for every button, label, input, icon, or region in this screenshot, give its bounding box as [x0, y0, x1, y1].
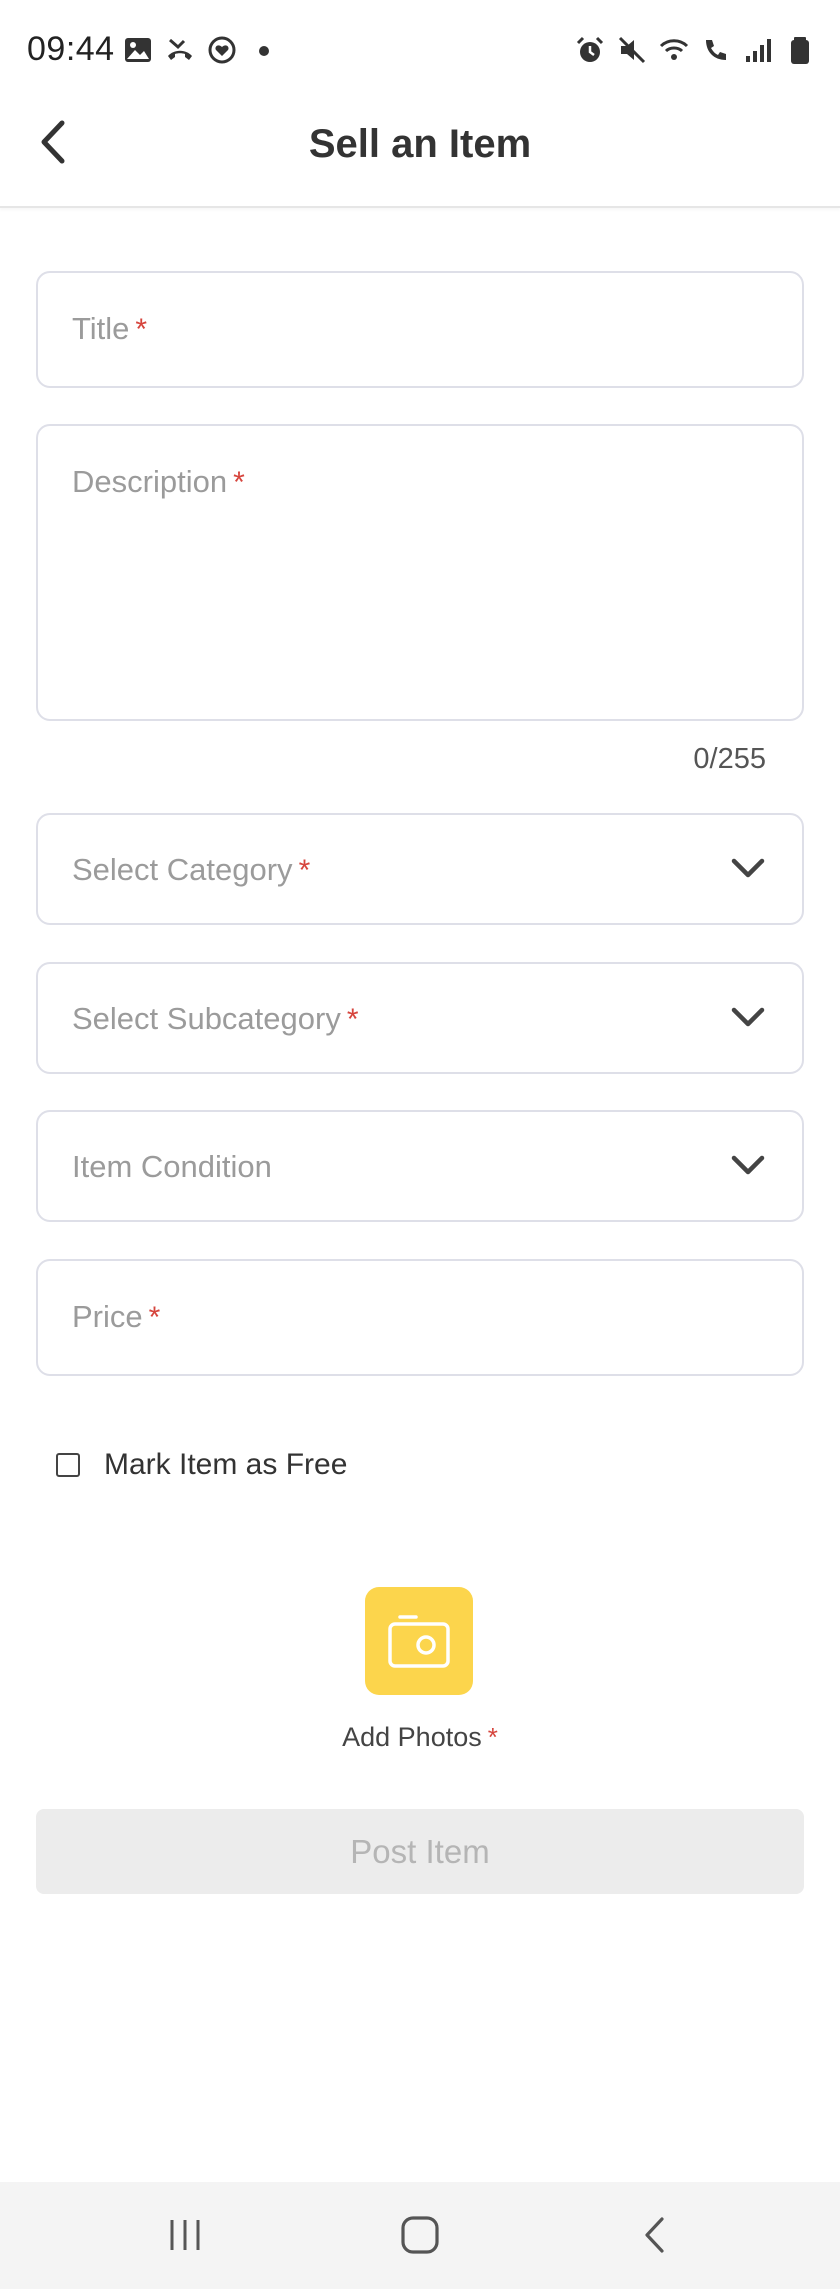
- wifi-icon: [659, 39, 689, 60]
- required-mark: *: [298, 854, 311, 887]
- home-button[interactable]: [385, 2202, 455, 2268]
- title-field[interactable]: Title *: [36, 271, 804, 388]
- add-photos-button[interactable]: [365, 1587, 473, 1695]
- recent-apps-icon: [170, 2220, 200, 2250]
- mark-free-row[interactable]: Mark Item as Free: [56, 1448, 347, 1482]
- status-time: 09:44: [27, 30, 115, 68]
- image-icon: [125, 38, 151, 62]
- camera-icon: [388, 1615, 450, 1668]
- add-photos-label: Add Photos *: [342, 1722, 498, 1752]
- missed-call-icon: [168, 38, 192, 60]
- subcategory-label: Select Subcategory *: [72, 1001, 359, 1036]
- price-label: Price *: [72, 1299, 161, 1334]
- title-label: Title *: [72, 311, 148, 346]
- page-title: Sell an Item: [308, 122, 532, 166]
- nav-back-button[interactable]: [620, 2202, 690, 2268]
- required-mark: *: [233, 466, 245, 499]
- condition-label: Item Condition: [72, 1149, 272, 1184]
- signal-icon: [746, 39, 771, 62]
- required-mark: *: [135, 313, 148, 346]
- category-dropdown[interactable]: Select Category *: [36, 813, 804, 925]
- description-label: Description *: [72, 464, 245, 499]
- condition-dropdown[interactable]: Item Condition: [36, 1110, 804, 1222]
- mute-icon: [618, 36, 646, 64]
- post-item-button[interactable]: Post Item: [36, 1809, 804, 1894]
- mark-free-checkbox[interactable]: [56, 1453, 80, 1477]
- dot-icon: [259, 46, 269, 56]
- recent-apps-button[interactable]: [150, 2202, 220, 2268]
- required-mark: *: [148, 1301, 161, 1334]
- mark-free-label: Mark Item as Free: [104, 1448, 348, 1481]
- back-icon: [645, 2217, 664, 2253]
- category-label: Select Category *: [72, 852, 311, 887]
- description-counter: 0/255: [693, 743, 766, 775]
- required-mark: *: [346, 1003, 359, 1036]
- required-mark: *: [487, 1722, 498, 1752]
- price-field[interactable]: Price *: [36, 1259, 804, 1376]
- chevron-down-icon: [731, 1155, 765, 1175]
- home-icon: [401, 2216, 439, 2254]
- alarm-icon: [576, 36, 604, 62]
- status-right-icons: [574, 34, 816, 66]
- chevron-down-icon: [731, 1007, 765, 1027]
- status-left-icons: [122, 34, 280, 66]
- description-field[interactable]: Description *: [36, 424, 804, 721]
- subcategory-dropdown[interactable]: Select Subcategory *: [36, 962, 804, 1074]
- heart-sync-icon: [208, 36, 236, 64]
- chevron-down-icon: [731, 858, 765, 878]
- battery-icon: [791, 37, 809, 64]
- wifi-calling-icon: [706, 40, 726, 60]
